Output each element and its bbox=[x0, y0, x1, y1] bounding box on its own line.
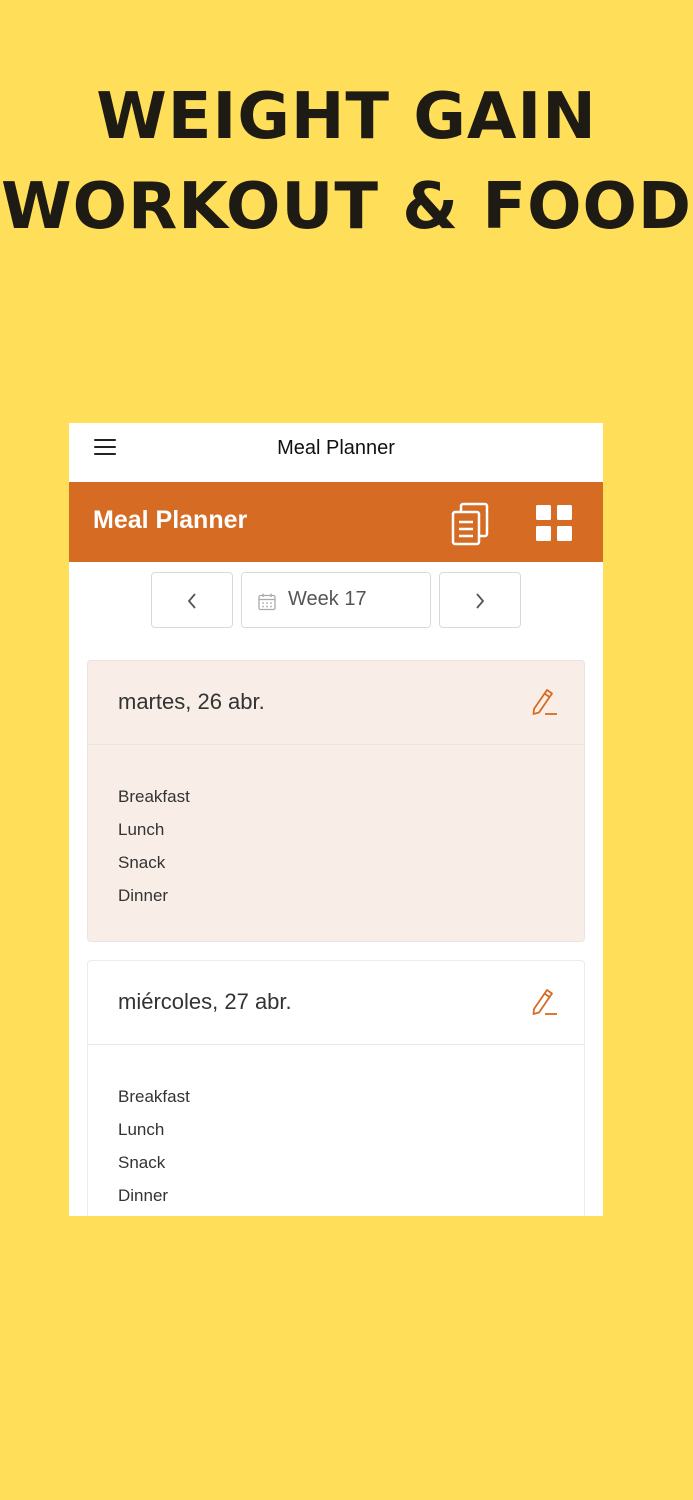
meal-list: Breakfast Lunch Snack Dinner bbox=[88, 745, 584, 917]
next-week-button[interactable] bbox=[439, 572, 521, 628]
day-header: martes, 26 abr. bbox=[88, 661, 584, 745]
top-bar: Meal Planner bbox=[69, 423, 603, 482]
meal-item[interactable]: Breakfast bbox=[118, 785, 584, 818]
app-screenshot: Meal Planner Meal Planner Week 17 martes… bbox=[69, 423, 603, 1216]
week-navigation: Week 17 bbox=[69, 562, 603, 644]
meal-item[interactable]: Snack bbox=[118, 1151, 584, 1184]
meal-item[interactable]: Dinner bbox=[118, 1184, 584, 1216]
day-list: martes, 26 abr. Breakfast Lunch Snack Di… bbox=[69, 644, 603, 1216]
promo-title: WEIGHT GAIN WORKOUT & FOOD bbox=[0, 72, 693, 252]
meal-item[interactable]: Lunch bbox=[118, 818, 584, 851]
meal-item[interactable]: Dinner bbox=[118, 884, 584, 917]
edit-pencil-icon[interactable] bbox=[530, 687, 558, 717]
day-title: miércoles, 27 abr. bbox=[118, 989, 292, 1014]
meal-item[interactable]: Breakfast bbox=[118, 1085, 584, 1118]
day-title: martes, 26 abr. bbox=[118, 689, 265, 714]
edit-pencil-icon[interactable] bbox=[530, 987, 558, 1017]
chevron-right-icon bbox=[476, 593, 485, 609]
grid-view-icon[interactable] bbox=[535, 504, 573, 542]
day-card[interactable]: martes, 26 abr. Breakfast Lunch Snack Di… bbox=[87, 660, 585, 942]
week-label: Week 17 bbox=[288, 588, 367, 610]
calendar-icon bbox=[258, 593, 276, 611]
page-title: Meal Planner bbox=[93, 506, 248, 534]
week-selector[interactable]: Week 17 bbox=[241, 572, 431, 628]
meal-list: Breakfast Lunch Snack Dinner bbox=[88, 1045, 584, 1216]
promo-line-1: WEIGHT GAIN bbox=[96, 80, 597, 154]
meal-item[interactable]: Snack bbox=[118, 851, 584, 884]
topbar-title: Meal Planner bbox=[277, 437, 395, 459]
promo-line-2: WORKOUT & FOOD bbox=[0, 170, 693, 244]
meal-item[interactable]: Lunch bbox=[118, 1118, 584, 1151]
day-card[interactable]: miércoles, 27 abr. Breakfast Lunch Snack… bbox=[87, 960, 585, 1216]
chevron-left-icon bbox=[187, 593, 196, 609]
app-bar: Meal Planner bbox=[69, 482, 603, 562]
day-header: miércoles, 27 abr. bbox=[88, 961, 584, 1045]
copy-icon[interactable] bbox=[449, 502, 493, 546]
prev-week-button[interactable] bbox=[151, 572, 233, 628]
